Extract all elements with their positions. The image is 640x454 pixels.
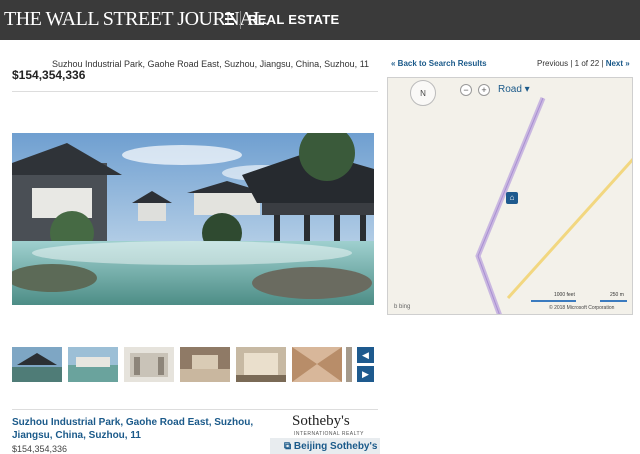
thumbnail-nav: ◀ ▶ [357,347,374,382]
header-divider [240,11,241,29]
menu-icon[interactable] [225,13,234,25]
map-copyright: © 2018 Microsoft Corporation [549,305,615,311]
map-scale-bar-feet [531,300,576,302]
site-header: THE WALL STREET JOURNAL. REAL ESTATE [0,0,640,40]
divider [12,91,378,92]
thumbnail-next-button[interactable]: ▶ [357,366,374,382]
previous-link[interactable]: Previous [537,59,568,68]
thumbnail-prev-button[interactable]: ◀ [357,347,374,363]
map-scale-meters: 250 m [610,292,624,298]
thumbnail-2[interactable] [68,347,118,382]
sothebys-logo-subtitle: INTERNATIONAL REALTY [294,431,364,437]
map-mode-dropdown[interactable]: Road ▾ [498,84,530,95]
pager-position: 1 of 22 [574,59,600,68]
listing-price-bottom: $154,354,336 [12,444,68,454]
thumbnail-1[interactable] [12,347,62,382]
house-icon[interactable]: ⌂ [506,192,518,204]
thumbnail-7-partial[interactable] [346,347,352,382]
zoom-out-button[interactable]: − [460,84,472,96]
thumbnail-5[interactable] [236,347,286,382]
external-link-icon: ⧉ [284,441,294,452]
thumbnail-strip [12,347,352,382]
back-to-search-link[interactable]: « Back to Search Results [391,59,487,68]
pager: Previous | 1 of 22 | Next » [537,59,630,68]
listing-address: Suzhou Industrial Park, Gaohe Road East,… [52,59,370,69]
listing-title-link[interactable]: Suzhou Industrial Park, Gaohe Road East,… [12,416,262,442]
hero-photo-garden-pavilion [12,133,374,305]
compass-icon[interactable]: N [410,80,436,106]
thumbnail-6[interactable] [292,347,342,382]
thumbnail-3[interactable] [124,347,174,382]
hero-photo[interactable] [12,133,374,305]
agent-link[interactable]: ⧉ Beijing Sotheby's [284,441,377,452]
listing-price: $154,354,336 [12,68,86,82]
divider [12,409,378,410]
section-real-estate-link[interactable]: REAL ESTATE [248,12,339,27]
next-link[interactable]: Next » [606,59,630,68]
map-scale-feet: 1000 feet [554,292,575,298]
bing-logo: b bing [394,304,411,310]
sothebys-logo: Sotheby's [292,413,350,429]
location-map[interactable]: N − + Road ▾ ⌂ 1000 feet 250 m b bing © … [387,77,633,315]
zoom-in-button[interactable]: + [478,84,490,96]
thumbnail-4[interactable] [180,347,230,382]
map-scale-bar-meters [600,300,627,302]
agent-link-label: Beijing Sotheby's [293,441,378,452]
